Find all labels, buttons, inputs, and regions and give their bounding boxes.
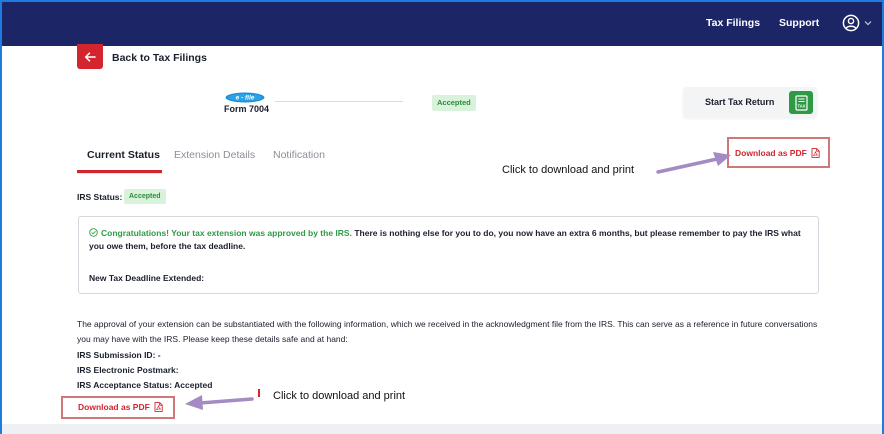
check-circle-icon (89, 228, 98, 237)
annotation-callout-top: Click to download and print (502, 164, 635, 176)
download-pdf-button-bottom[interactable]: Download as PDF (78, 402, 163, 412)
filing-status-badge: Accepted (432, 95, 476, 111)
nav-tax-filings[interactable]: Tax Filings (706, 17, 760, 29)
tab-notification[interactable]: Notification (273, 149, 325, 161)
annotation-marker (258, 389, 260, 397)
active-tab-indicator (77, 170, 162, 173)
pdf-file-icon (811, 148, 820, 158)
chevron-down-icon[interactable] (864, 19, 872, 27)
annotation-callout-bottom: Click to download and print (273, 390, 406, 402)
svg-text:TAX: TAX (797, 103, 805, 108)
irs-electronic-postmark: IRS Electronic Postmark: (77, 365, 179, 375)
start-tax-return-label: Start Tax Return (705, 97, 775, 107)
progress-line (275, 101, 403, 102)
tab-current-status[interactable]: Current Status (87, 149, 160, 161)
page-bottom-strip (0, 424, 884, 434)
approval-highlight: Congratulations! Your tax extension was … (89, 228, 352, 238)
window-border-top (0, 0, 884, 2)
download-pdf-label: Download as PDF (735, 148, 807, 158)
irs-status-badge: Accepted (124, 189, 166, 204)
irs-acceptance-status: IRS Acceptance Status: Accepted (77, 380, 213, 390)
arrow-left-icon (84, 51, 96, 62)
window-border-left (0, 0, 2, 434)
svg-text:e - file: e - file (236, 95, 255, 102)
annotation-arrow-top (656, 152, 731, 174)
acknowledgment-info-paragraph: The approval of your extension can be su… (77, 319, 818, 344)
download-pdf-label-bottom: Download as PDF (78, 402, 150, 412)
form-number-label: Form 7004 (224, 104, 270, 114)
irs-status-label: IRS Status: (77, 192, 123, 202)
download-pdf-button-top[interactable]: Download as PDF (735, 148, 820, 158)
approval-message-card: Congratulations! Your tax extension was … (78, 216, 819, 294)
pdf-file-icon (154, 402, 163, 412)
tabs-divider (77, 173, 163, 174)
tax-form-icon: TAX (789, 91, 813, 114)
top-navigation-bar: Tax Filings Support (0, 0, 884, 46)
start-tax-return-button[interactable]: Start Tax Return TAX (683, 87, 817, 118)
nav-support[interactable]: Support (779, 17, 819, 29)
annotation-arrow-bottom (185, 395, 254, 410)
new-deadline-label: New Tax Deadline Extended: (89, 273, 205, 283)
user-circle-icon[interactable] (842, 14, 860, 32)
approval-highlight-text: Congratulations! Your tax extension was … (101, 228, 352, 238)
approval-message: Congratulations! Your tax extension was … (89, 227, 811, 253)
irs-submission-id: IRS Submission ID: - (77, 350, 161, 360)
back-to-tax-filings-link[interactable]: Back to Tax Filings (112, 52, 207, 64)
tab-extension-details[interactable]: Extension Details (174, 149, 255, 161)
back-button[interactable] (77, 44, 103, 69)
efile-logo: e - file (225, 92, 265, 103)
